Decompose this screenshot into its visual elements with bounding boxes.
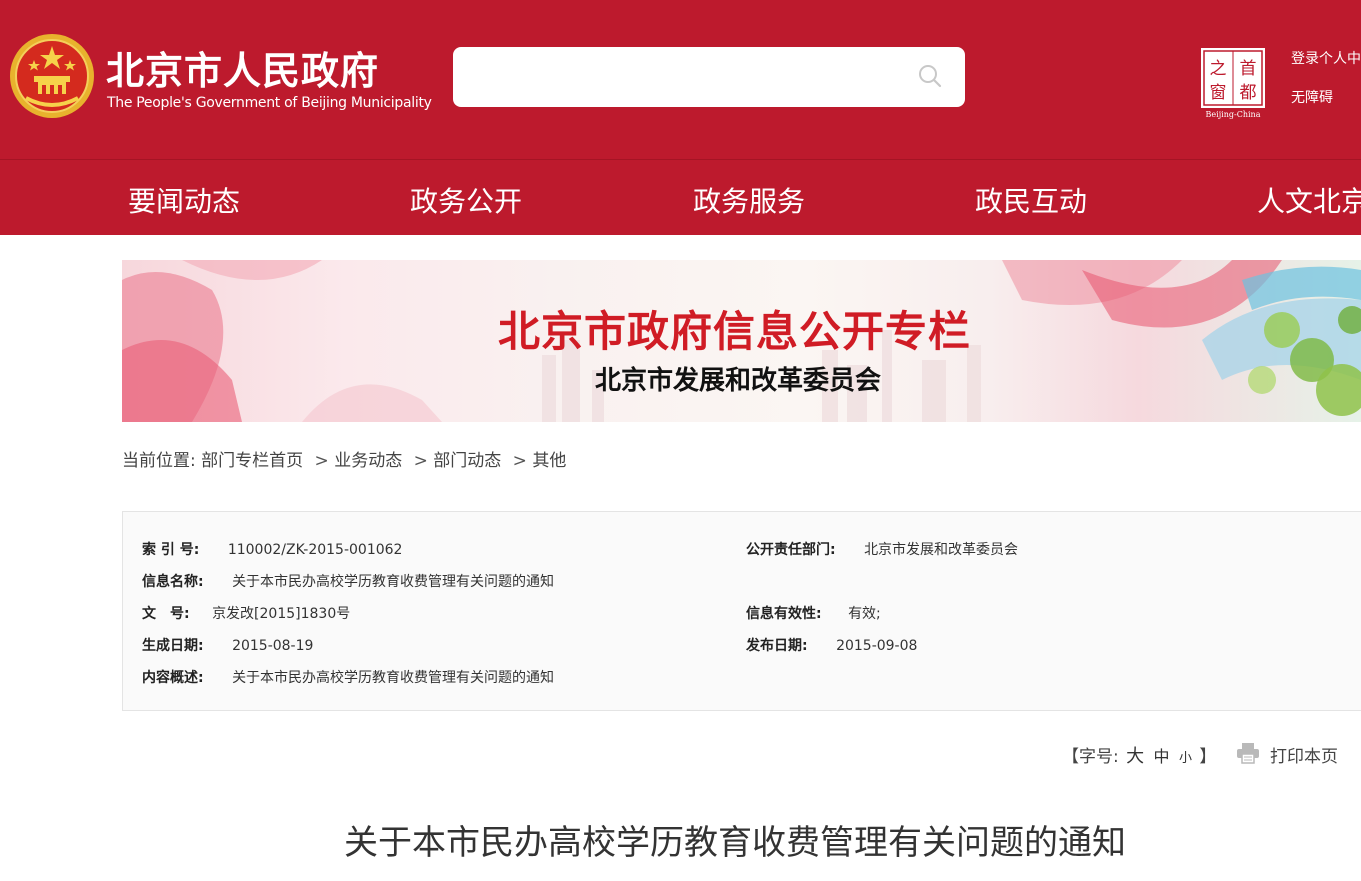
font-size-large-button[interactable]: 大 [1126, 746, 1144, 767]
info-summary: 内容概述: 关于本市民办高校学历教育收费管理有关问题的通知 [142, 667, 554, 687]
nav-item-interaction[interactable]: 政民互动 [975, 180, 1087, 220]
breadcrumb-separator: > [413, 451, 428, 471]
info-value: 关于本市民办高校学历教育收费管理有关问题的通知 [232, 670, 555, 686]
info-disclosure-banner: 北京市政府信息公开专栏 北京市发展和改革委员会 [122, 260, 1361, 422]
seal-caption: Beijing-China [1206, 110, 1261, 119]
breadcrumb-separator: > [314, 451, 329, 471]
nav-item-gov-affairs[interactable]: 政务公开 [410, 180, 522, 220]
breadcrumb-item-dept-news[interactable]: 部门动态 [433, 451, 501, 471]
info-key: 索 引 号: [142, 542, 200, 558]
seal-char-2: 首 [1240, 59, 1257, 79]
capital-window-seal-icon[interactable]: 之 首 窗 都 Beijing-China [1198, 46, 1268, 120]
info-created: 生成日期: 2015-08-19 [142, 635, 313, 655]
info-value: 2015-08-19 [232, 638, 314, 654]
info-index-no: 索 引 号: 110002/ZK-2015-001062 [142, 539, 402, 559]
info-published: 发布日期: 2015-09-08 [746, 635, 917, 655]
nav-divider [0, 159, 1361, 160]
info-value: 关于本市民办高校学历教育收费管理有关问题的通知 [232, 574, 555, 590]
info-value: 2015-09-08 [836, 638, 918, 654]
info-value: 京发改[2015]1830号 [212, 606, 351, 622]
breadcrumb-separator: > [512, 451, 527, 471]
nav-item-gov-services[interactable]: 政务服务 [693, 180, 805, 220]
breadcrumb-item-business[interactable]: 业务动态 [334, 451, 402, 471]
info-department: 公开责任部门: 北京市发展和改革委员会 [746, 539, 1018, 559]
info-key: 信息名称: [142, 574, 204, 590]
info-key: 公开责任部门: [746, 542, 836, 558]
font-size-tool: 【字号: 大 中 小 】 [1062, 742, 1216, 768]
search-box [453, 47, 965, 107]
banner-title: 北京市政府信息公开专栏 [498, 307, 972, 356]
info-key: 内容概述: [142, 670, 204, 686]
info-validity: 信息有效性: 有效; [746, 603, 881, 623]
article-title: 关于本市民办高校学历教育收费管理有关问题的通知 [344, 823, 1126, 863]
site-title-cn[interactable]: 北京市人民政府 [106, 40, 379, 95]
print-page-button[interactable]: 打印本页 [1270, 742, 1338, 767]
info-key: 信息有效性: [746, 606, 822, 622]
seal-char-1: 之 [1210, 59, 1227, 79]
font-size-small-button[interactable]: 小 [1179, 751, 1192, 766]
breadcrumb-label: 当前位置: [122, 451, 196, 471]
national-emblem-icon[interactable] [8, 32, 96, 120]
info-key: 文 号: [142, 606, 190, 622]
site-title-en[interactable]: The People's Government of Beijing Munic… [107, 95, 432, 111]
accessibility-link[interactable]: 无障碍 [1291, 87, 1333, 107]
info-key: 生成日期: [142, 638, 204, 654]
seal-char-3: 窗 [1210, 83, 1227, 103]
font-size-medium-button[interactable]: 中 [1154, 747, 1170, 766]
breadcrumb-item-home[interactable]: 部门专栏首页 [201, 451, 303, 471]
document-info-panel: 索 引 号: 110002/ZK-2015-001062 公开责任部门: 北京市… [122, 511, 1361, 711]
info-value: 北京市发展和改革委员会 [864, 542, 1019, 558]
print-icon[interactable] [1236, 742, 1260, 764]
seal-char-4: 都 [1240, 83, 1257, 103]
breadcrumb-item-other[interactable]: 其他 [532, 451, 566, 471]
font-size-open: 【字号: [1062, 747, 1119, 767]
info-key: 发布日期: [746, 638, 808, 654]
info-value: 有效; [848, 606, 881, 622]
info-value: 110002/ZK-2015-001062 [227, 542, 403, 558]
info-name: 信息名称: 关于本市民办高校学历教育收费管理有关问题的通知 [142, 571, 554, 591]
nav-item-culture[interactable]: 人文北京 [1257, 180, 1361, 220]
search-icon[interactable] [917, 63, 943, 89]
login-link[interactable]: 登录个人中 [1291, 48, 1361, 68]
breadcrumb: 当前位置: 部门专栏首页 > 业务动态 > 部门动态 > 其他 [122, 446, 566, 471]
site-header: 北京市人民政府 The People's Government of Beiji… [0, 0, 1361, 235]
banner-subtitle: 北京市发展和改革委员会 [595, 366, 882, 396]
font-size-close: 】 [1199, 747, 1217, 767]
info-doc-no: 文 号: 京发改[2015]1830号 [142, 603, 350, 623]
nav-item-news[interactable]: 要闻动态 [128, 180, 240, 220]
search-input[interactable] [471, 59, 891, 95]
